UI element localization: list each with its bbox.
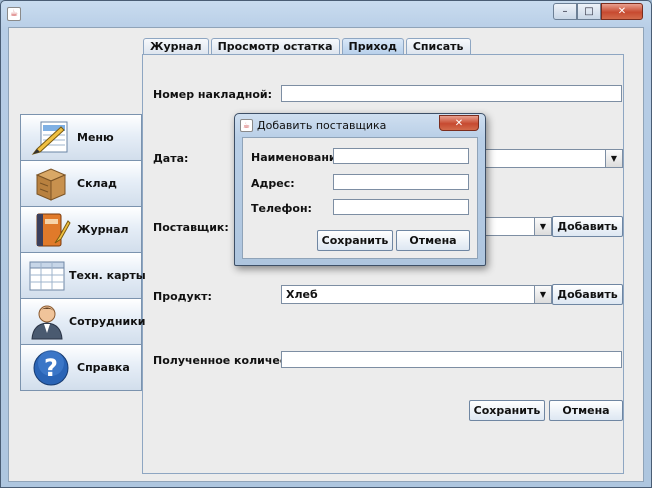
- help-icon: ?: [27, 348, 75, 388]
- sidebar-item-help[interactable]: ? Справка: [20, 344, 142, 391]
- chevron-down-icon[interactable]: ▼: [605, 149, 623, 168]
- spreadsheet-icon: [27, 256, 67, 296]
- java-app-icon: ☕: [7, 7, 21, 21]
- supplier-name-input[interactable]: [333, 148, 469, 164]
- pencil-ruler-icon: [27, 118, 75, 158]
- person-icon: [27, 302, 67, 342]
- supplier-address-label: Адрес:: [251, 177, 295, 190]
- tab-bar: Журнал Просмотр остатка Приход Списать: [143, 38, 473, 55]
- save-button[interactable]: Сохранить: [469, 400, 545, 421]
- sidebar-item-label: Склад: [77, 177, 117, 190]
- java-app-icon: ☕: [240, 119, 253, 132]
- tab-write-off[interactable]: Списать: [405, 38, 471, 55]
- cancel-button[interactable]: Отмена: [549, 400, 623, 421]
- invoice-number-label: Номер накладной:: [153, 88, 273, 101]
- received-quantity-input[interactable]: [281, 351, 622, 368]
- title-bar[interactable]: ☕ – □ ✕: [1, 1, 651, 27]
- sidebar-item-label: Сотрудники: [69, 315, 146, 328]
- sidebar-item-tech-cards[interactable]: Техн. карты: [20, 252, 146, 299]
- invoice-number-input[interactable]: [281, 85, 622, 102]
- add-supplier-button[interactable]: Добавить: [552, 216, 623, 237]
- add-supplier-dialog: ☕ Добавить поставщика ✕ Наименование: Ад…: [234, 113, 486, 266]
- chevron-down-icon[interactable]: ▼: [534, 217, 552, 236]
- tab-journal[interactable]: Журнал: [143, 38, 209, 55]
- supplier-phone-input[interactable]: [333, 199, 469, 215]
- date-label: Дата:: [153, 152, 189, 165]
- sidebar-item-warehouse[interactable]: Склад: [20, 160, 142, 207]
- sidebar-item-journal[interactable]: Журнал: [20, 206, 142, 253]
- maximize-button[interactable]: □: [577, 3, 601, 20]
- product-label: Продукт:: [153, 290, 212, 303]
- dialog-title: Добавить поставщика: [257, 119, 387, 132]
- sidebar: Меню Склад Журнал Техн. карты Сотрудники…: [20, 114, 146, 391]
- chevron-down-icon[interactable]: ▼: [534, 285, 552, 304]
- dialog-close-button[interactable]: ✕: [439, 115, 479, 131]
- date-combo[interactable]: ▼: [463, 149, 623, 168]
- supplier-label: Поставщик:: [153, 221, 229, 234]
- supplier-phone-label: Телефон:: [251, 202, 312, 215]
- sidebar-item-label: Техн. карты: [69, 269, 146, 282]
- tab-stock-view[interactable]: Просмотр остатка: [210, 38, 340, 55]
- dialog-cancel-button[interactable]: Отмена: [396, 230, 470, 251]
- window-controls: – □ ✕: [553, 3, 643, 20]
- sidebar-item-label: Справка: [77, 361, 130, 374]
- close-button[interactable]: ✕: [601, 3, 643, 20]
- supplier-address-input[interactable]: [333, 174, 469, 190]
- sidebar-item-employees[interactable]: Сотрудники: [20, 298, 146, 345]
- sidebar-item-menu[interactable]: Меню: [20, 114, 142, 161]
- product-combo-value: Хлеб: [286, 288, 318, 301]
- sidebar-item-label: Журнал: [77, 223, 129, 236]
- book-icon: [27, 210, 75, 250]
- dialog-save-button[interactable]: Сохранить: [317, 230, 393, 251]
- sidebar-item-label: Меню: [77, 131, 114, 144]
- add-product-button[interactable]: Добавить: [552, 284, 623, 305]
- tab-receipt[interactable]: Приход: [341, 38, 404, 55]
- product-combo[interactable]: Хлеб ▼: [281, 285, 552, 304]
- dialog-body: Наименование: Адрес: Телефон: Сохранить …: [242, 137, 478, 259]
- svg-text:?: ?: [44, 354, 58, 382]
- minimize-button[interactable]: –: [553, 3, 577, 20]
- box-icon: [27, 164, 75, 204]
